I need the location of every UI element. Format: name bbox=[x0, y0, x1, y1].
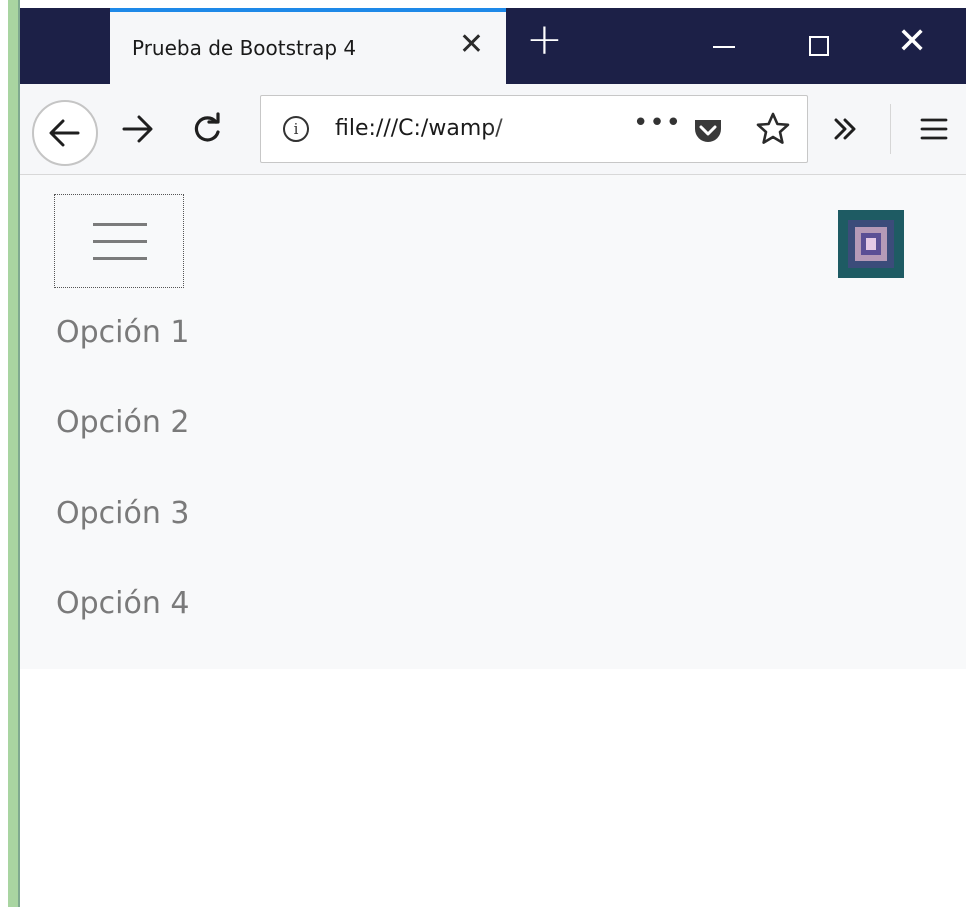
toggler-line bbox=[93, 240, 147, 243]
toolbar-separator bbox=[890, 104, 891, 154]
forward-arrow-icon[interactable] bbox=[118, 109, 158, 149]
toggler-line bbox=[93, 223, 147, 226]
brand-logo[interactable] bbox=[838, 210, 904, 278]
logo-core bbox=[866, 238, 876, 250]
toggler-line bbox=[93, 257, 147, 260]
window-close-icon: ✕ bbox=[897, 21, 928, 62]
back-button[interactable] bbox=[32, 100, 98, 166]
pocket-icon[interactable] bbox=[691, 113, 725, 147]
tab-bar: Prueba de Bootstrap 4 ✕ + ✕ bbox=[20, 8, 966, 84]
new-tab-button[interactable]: + bbox=[526, 18, 563, 62]
tab-title: Prueba de Bootstrap 4 bbox=[132, 36, 357, 60]
minimize-button[interactable] bbox=[675, 8, 771, 84]
menu-item-opcion-2[interactable]: Opción 2 bbox=[56, 405, 189, 440]
minimize-icon bbox=[713, 46, 735, 48]
navbar-toggler-button[interactable] bbox=[54, 194, 184, 288]
tab-close-icon[interactable]: ✕ bbox=[459, 30, 484, 60]
tab-active[interactable]: Prueba de Bootstrap 4 ✕ bbox=[110, 8, 506, 84]
page-actions-button[interactable]: ••• bbox=[633, 108, 682, 138]
reload-icon[interactable] bbox=[188, 110, 226, 148]
menu-item-opcion-4[interactable]: Opción 4 bbox=[56, 586, 189, 621]
back-arrow-icon bbox=[49, 119, 80, 147]
double-chevron-icon[interactable] bbox=[828, 112, 862, 146]
menu-item-opcion-1[interactable]: Opción 1 bbox=[56, 315, 189, 350]
maximize-button[interactable] bbox=[771, 8, 867, 84]
navigation-toolbar: i file:///C:/wamp/ ••• bbox=[20, 84, 966, 175]
maximize-icon bbox=[809, 36, 829, 56]
hamburger-menu-icon[interactable] bbox=[918, 113, 950, 145]
info-icon[interactable]: i bbox=[283, 116, 309, 142]
bootstrap-navbar: Opción 1 Opción 2 Opción 3 Opción 4 bbox=[20, 175, 966, 669]
address-bar[interactable]: i file:///C:/wamp/ ••• bbox=[260, 95, 808, 163]
page-content: Opción 1 Opción 2 Opción 3 Opción 4 bbox=[20, 175, 966, 907]
url-fade bbox=[487, 108, 557, 152]
window-close-button[interactable]: ✕ bbox=[867, 8, 963, 84]
star-icon[interactable] bbox=[755, 111, 791, 147]
browser-window: Prueba de Bootstrap 4 ✕ + ✕ i file:///C:… bbox=[20, 8, 966, 907]
menu-item-opcion-3[interactable]: Opción 3 bbox=[56, 496, 189, 531]
